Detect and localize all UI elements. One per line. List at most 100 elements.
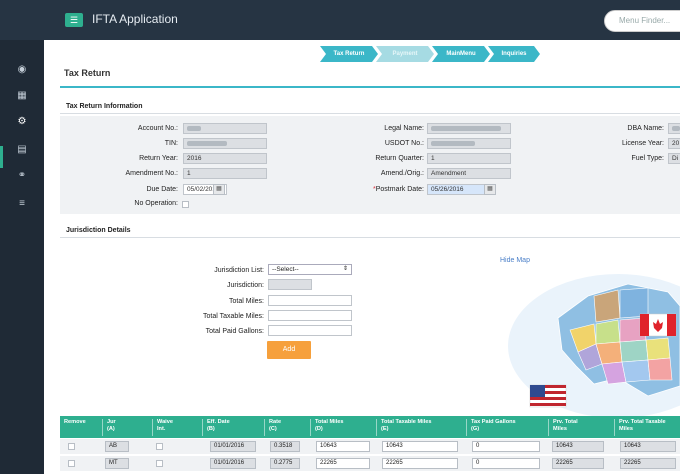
remove-checkbox[interactable] bbox=[68, 460, 75, 467]
app-title: IFTA Application bbox=[92, 12, 178, 26]
return-quarter-label: Return Quarter: bbox=[375, 155, 424, 162]
amend-orig-label: Amend./Orig.: bbox=[380, 170, 424, 177]
link-icon[interactable]: ⚭ bbox=[14, 170, 30, 182]
eff-date-cell: 01/01/2016 bbox=[210, 458, 256, 469]
table-row: AB 01/01/2016 0.3518 10643 10643 0 10643… bbox=[60, 439, 680, 455]
col-rate: Rate (C) bbox=[264, 419, 304, 436]
no-operation-checkbox[interactable] bbox=[182, 201, 189, 208]
jurisdiction-label: Jurisdiction: bbox=[227, 282, 264, 289]
hide-map-link[interactable]: Hide Map bbox=[500, 257, 530, 264]
prv-total-cell: 10643 bbox=[552, 441, 604, 452]
taxable-miles-input[interactable]: 22265 bbox=[382, 458, 458, 469]
calendar-icon[interactable]: ▦ bbox=[484, 184, 496, 195]
waive-checkbox[interactable] bbox=[156, 443, 163, 450]
table-row: MT 01/01/2016 0.2775 22265 22265 0 22265… bbox=[60, 456, 680, 472]
col-waive: Waive Int. bbox=[152, 419, 192, 436]
legal-name-field bbox=[427, 123, 511, 134]
jurisdiction-details-heading: Jurisdiction Details bbox=[60, 224, 680, 238]
account-no-label: Account No.: bbox=[137, 125, 178, 132]
total-miles-label: Total Miles: bbox=[228, 298, 264, 305]
col-total-taxable-miles: Total Taxable Miles (E) bbox=[376, 419, 460, 436]
prv-taxable-cell: 10643 bbox=[620, 441, 676, 452]
postmark-date-label-text: Postmark Date: bbox=[375, 186, 424, 193]
total-paid-gallons-input[interactable] bbox=[268, 325, 352, 336]
col-prv-total-miles: Prv. Total Miles bbox=[548, 419, 608, 436]
col-eff-date: Eff. Date (B) bbox=[202, 419, 256, 436]
top-bar: ☰ IFTA Application Menu Finder... bbox=[0, 0, 680, 40]
step-mainmenu[interactable]: MainMenu bbox=[432, 46, 490, 62]
jur-cell: AB bbox=[105, 441, 129, 452]
paid-gallons-input[interactable]: 0 bbox=[472, 458, 540, 469]
remove-checkbox[interactable] bbox=[68, 443, 75, 450]
return-year-field: 2016 bbox=[183, 153, 267, 164]
menu-finder-input[interactable]: Menu Finder... bbox=[604, 10, 680, 32]
return-quarter-field: 1 bbox=[427, 153, 511, 164]
rate-cell: 0.2775 bbox=[270, 458, 300, 469]
postmark-date-label: *Postmark Date: bbox=[334, 186, 424, 193]
main-content: Tax Return Payment MainMenu Inquiries Ta… bbox=[44, 40, 680, 474]
jurisdiction-list-label: Jurisdiction List: bbox=[214, 267, 264, 274]
wizard-steps: Tax Return Payment MainMenu Inquiries bbox=[44, 46, 680, 62]
col-prv-total-taxable-miles: Prv. Total Taxable Miles bbox=[614, 419, 680, 436]
total-paid-gallons-label: Total Paid Gallons: bbox=[205, 328, 264, 335]
jurisdiction-field bbox=[268, 279, 312, 290]
car-icon[interactable]: ◉ bbox=[14, 64, 30, 76]
fuel-type-field: Di bbox=[668, 153, 680, 164]
total-miles-input[interactable]: 22265 bbox=[316, 458, 370, 469]
sidebar: ◉ ▦ ⚙ ▤ ⚭ ≡ bbox=[0, 40, 44, 474]
prv-total-cell: 22265 bbox=[552, 458, 604, 469]
due-date-label: Due Date: bbox=[146, 186, 178, 193]
page-title: Tax Return bbox=[64, 68, 111, 78]
sidebar-active-indicator bbox=[0, 146, 3, 168]
title-divider bbox=[60, 86, 680, 88]
col-remove: Remove bbox=[64, 419, 86, 425]
rate-cell: 0.3518 bbox=[270, 441, 300, 452]
dba-name-field bbox=[668, 123, 680, 134]
license-year-label: License Year: bbox=[621, 140, 664, 147]
tax-return-info-heading: Tax Return Information bbox=[60, 100, 680, 114]
amendment-no-label: Amendment No.: bbox=[125, 170, 178, 177]
return-year-label: Return Year: bbox=[139, 155, 178, 162]
prv-taxable-cell: 22265 bbox=[620, 458, 676, 469]
tin-field bbox=[183, 138, 267, 149]
usdot-no-field bbox=[427, 138, 511, 149]
hamburger-menu-icon[interactable]: ☰ bbox=[65, 13, 83, 27]
total-taxable-miles-input[interactable] bbox=[268, 310, 352, 321]
step-payment[interactable]: Payment bbox=[376, 46, 434, 62]
cogs-icon[interactable]: ⚙ bbox=[14, 116, 30, 128]
col-tax-paid-gallons: Tax Paid Gallons (G) bbox=[466, 419, 542, 436]
total-taxable-miles-label: Total Taxable Miles: bbox=[203, 313, 264, 320]
fuel-type-label: Fuel Type: bbox=[631, 155, 664, 162]
col-total-miles: Total Miles (D) bbox=[310, 419, 370, 436]
paid-gallons-input[interactable]: 0 bbox=[472, 441, 540, 452]
no-operation-label: No Operation: bbox=[134, 200, 178, 207]
step-tax-return[interactable]: Tax Return bbox=[320, 46, 378, 62]
taxable-miles-input[interactable]: 10643 bbox=[382, 441, 458, 452]
chevron-updown-icon: ⇕ bbox=[342, 266, 348, 272]
jurisdiction-list-value: --Select-- bbox=[272, 266, 299, 273]
waive-checkbox[interactable] bbox=[156, 460, 163, 467]
dba-name-label: DBA Name: bbox=[627, 125, 664, 132]
jurisdiction-table-header: Remove Jur (A) Waive Int. Eff. Date (B) Rat… bbox=[60, 416, 680, 438]
jur-cell: MT bbox=[105, 458, 129, 469]
usdot-no-label: USDOT No.: bbox=[384, 140, 424, 147]
menu-icon[interactable]: ≡ bbox=[14, 198, 30, 210]
postmark-date-input[interactable]: 05/26/2016 bbox=[427, 184, 487, 195]
jurisdiction-map[interactable] bbox=[498, 266, 680, 416]
legal-name-label: Legal Name: bbox=[384, 125, 424, 132]
grid-icon[interactable]: ▦ bbox=[14, 90, 30, 102]
col-jur: Jur (A) bbox=[102, 419, 142, 436]
jurisdiction-list-select[interactable]: --Select-- ⇕ bbox=[268, 264, 352, 275]
tin-label: TIN: bbox=[164, 140, 178, 147]
add-button[interactable]: Add bbox=[267, 341, 311, 359]
step-inquiries[interactable]: Inquiries bbox=[488, 46, 540, 62]
eff-date-cell: 01/01/2016 bbox=[210, 441, 256, 452]
amend-orig-field: Amendment bbox=[427, 168, 511, 179]
amendment-no-field: 1 bbox=[183, 168, 267, 179]
account-no-field bbox=[183, 123, 267, 134]
calendar-icon[interactable]: ▦ bbox=[213, 184, 225, 195]
total-miles-input[interactable]: 10643 bbox=[316, 441, 370, 452]
total-miles-input[interactable] bbox=[268, 295, 352, 306]
list-icon[interactable]: ▤ bbox=[14, 144, 30, 156]
license-year-field: 20 bbox=[668, 138, 680, 149]
